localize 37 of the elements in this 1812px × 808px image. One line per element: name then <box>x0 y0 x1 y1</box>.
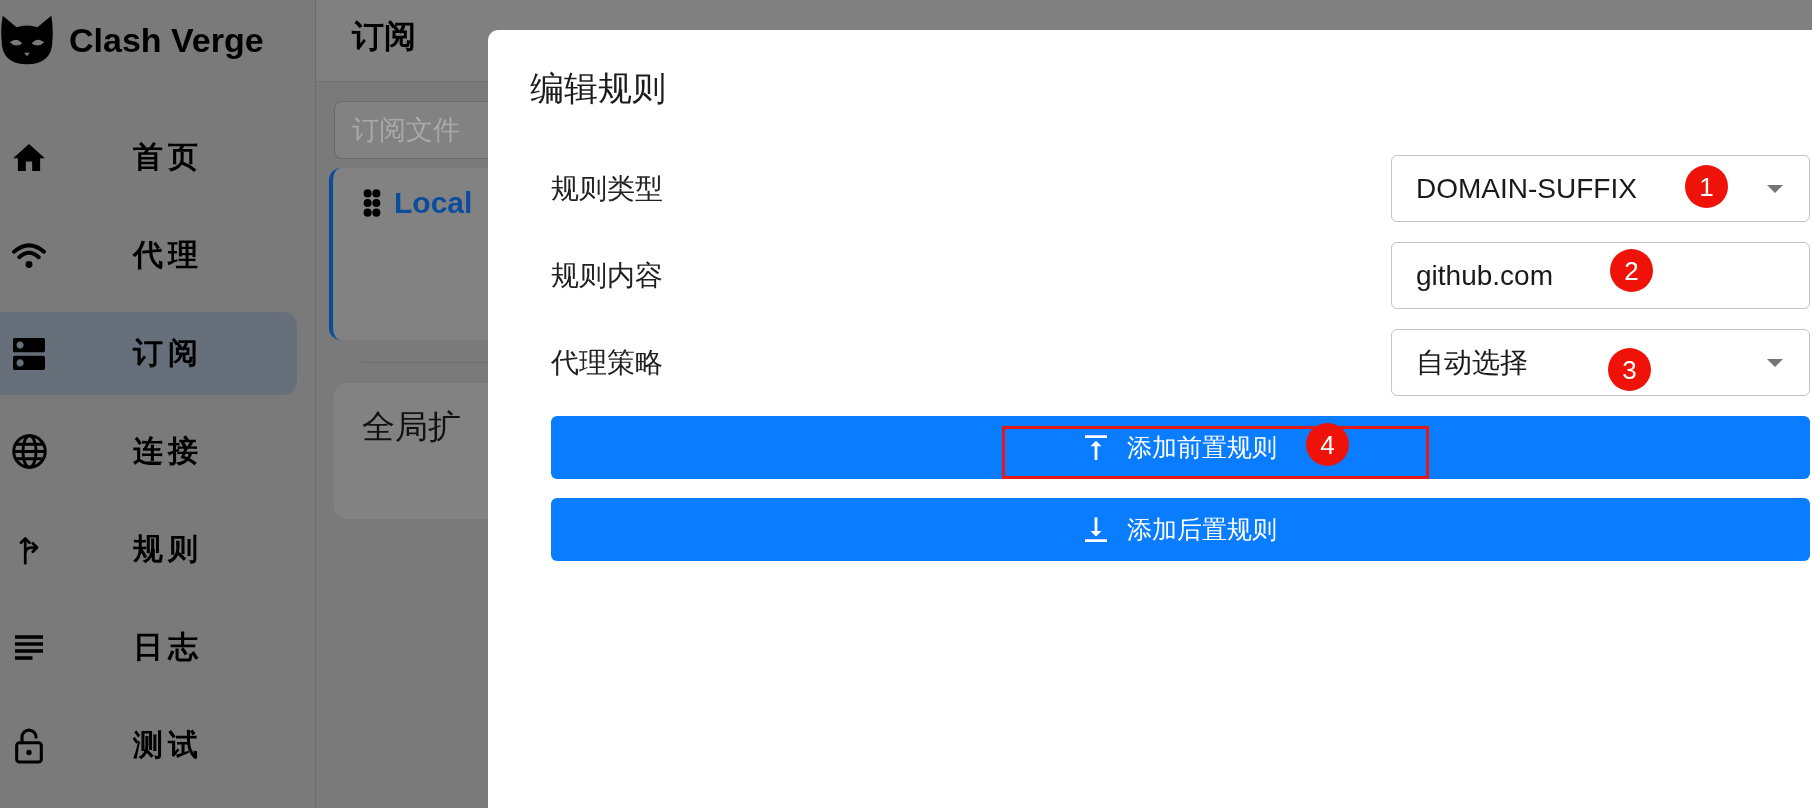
caret-icon <box>1767 358 1783 367</box>
nav-item[interactable]: 首页 <box>0 116 297 199</box>
drag-handle-icon[interactable] <box>363 189 381 217</box>
dialog-title: 编辑规则 <box>529 68 667 109</box>
nav-item[interactable]: 规则 <box>0 508 297 591</box>
nav-item[interactable]: 日志 <box>0 606 297 689</box>
number-marker: 4 <box>1306 423 1349 466</box>
dropdown[interactable]: 自动选择 3 <box>1391 329 1810 396</box>
field-label: 规则内容 <box>551 258 663 293</box>
home-icon <box>13 144 45 171</box>
dropdown[interactable]: DOMAIN-SUFFIX 1 <box>1391 155 1810 222</box>
card-title: 全局扩 <box>362 408 461 445</box>
cat-logo-icon <box>1 15 53 65</box>
wifi-icon <box>11 242 47 269</box>
globe-icon <box>11 434 47 469</box>
nav-item[interactable]: 连接 <box>0 410 297 493</box>
input-field[interactable]: github.com 2 <box>1391 242 1810 309</box>
number-marker: 2 <box>1610 249 1653 292</box>
arrow-up-to-line-icon <box>1084 435 1107 460</box>
page-title: 订阅 <box>352 18 416 54</box>
number-marker: 1 <box>1685 165 1728 208</box>
profile-name: Local <box>394 188 473 218</box>
caret-icon <box>1767 184 1783 193</box>
nav-item[interactable]: 订阅 <box>0 312 297 395</box>
text-lines-icon <box>15 635 43 660</box>
field-label: 代理策略 <box>551 345 663 380</box>
nav-item[interactable]: 代理 <box>0 214 297 297</box>
app-name: Clash Verge <box>69 20 264 60</box>
arrow-down-to-line-icon <box>1084 517 1107 542</box>
server-icon <box>13 337 45 370</box>
prepend-rule-button[interactable]: 添加前置规则 4 <box>551 416 1810 479</box>
open-padlock-icon <box>15 727 43 764</box>
fork-arrow-icon <box>19 534 39 565</box>
field-label: 规则类型 <box>551 171 663 206</box>
append-rule-button[interactable]: 添加后置规则 <box>551 498 1810 561</box>
number-marker: 3 <box>1608 348 1651 391</box>
nav-item[interactable]: 测试 <box>0 704 297 787</box>
